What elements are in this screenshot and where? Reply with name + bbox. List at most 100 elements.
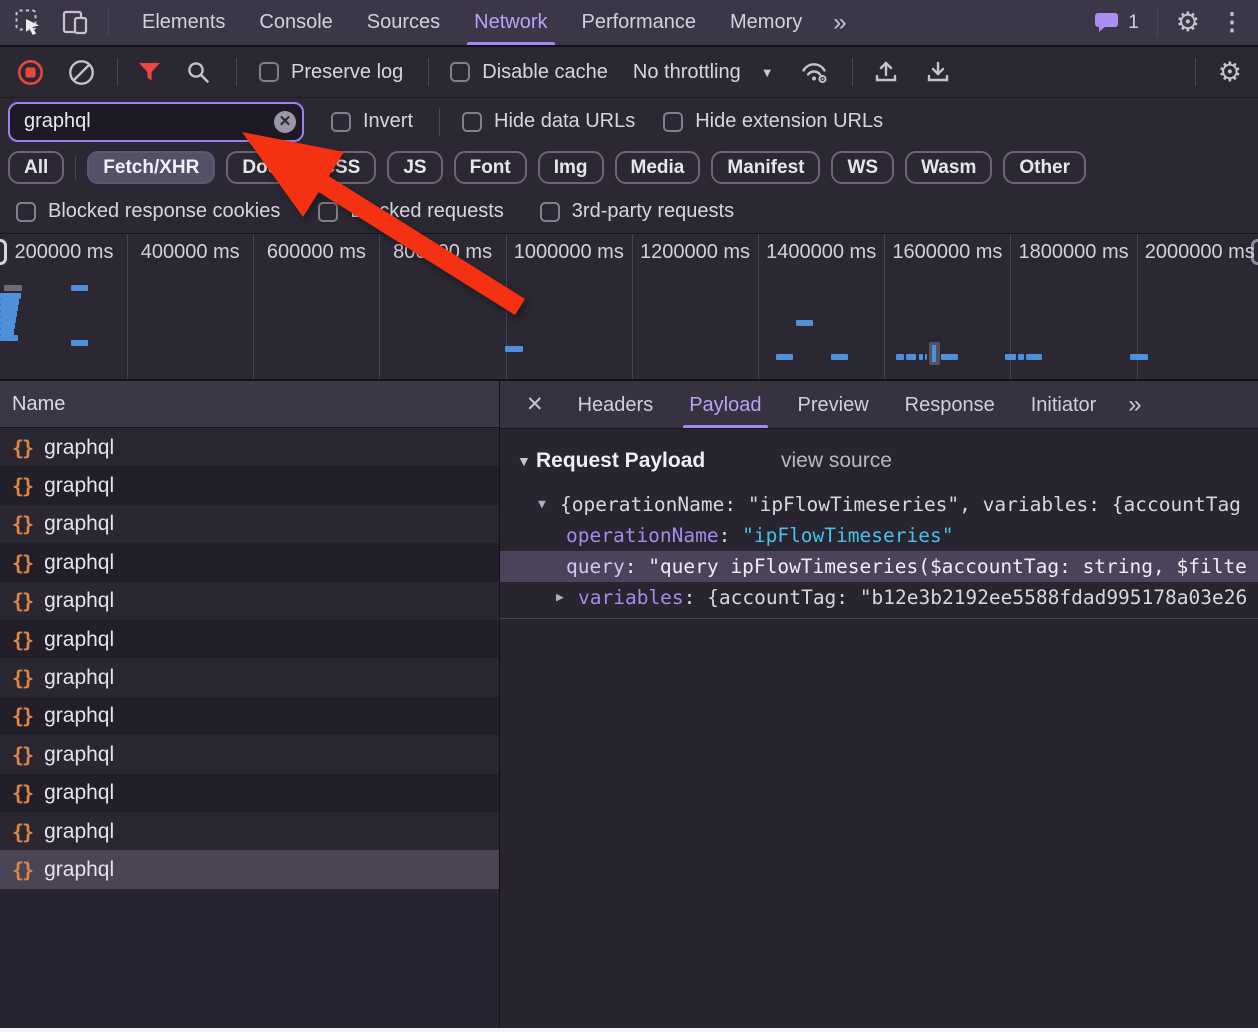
- details-tab-response[interactable]: Response: [887, 382, 1013, 428]
- checkbox[interactable]: [663, 112, 683, 132]
- record-network-log-icon[interactable]: [17, 59, 44, 86]
- invert-checkbox[interactable]: Invert: [331, 110, 413, 133]
- filter-chip-wasm[interactable]: Wasm: [905, 151, 992, 184]
- request-row[interactable]: {}graphql: [0, 428, 499, 467]
- divider: [852, 58, 853, 86]
- waterfall-request-bar[interactable]: [1005, 354, 1016, 360]
- filter-input[interactable]: [8, 102, 304, 142]
- filter-chip-doc[interactable]: Doc: [226, 151, 294, 184]
- throttling-dropdown[interactable]: No throttling ▼: [633, 61, 774, 84]
- filter-chip-all[interactable]: All: [8, 151, 64, 184]
- waterfall-request-bar[interactable]: [1018, 354, 1024, 360]
- details-tab-preview[interactable]: Preview: [780, 382, 887, 428]
- tab-console[interactable]: Console: [242, 0, 349, 45]
- filter-icon[interactable]: [138, 62, 161, 82]
- request-row[interactable]: {}graphql: [0, 850, 499, 889]
- network-settings-gear-icon[interactable]: ⚙: [1218, 57, 1242, 88]
- checkbox[interactable]: [16, 202, 36, 222]
- inspect-element-icon[interactable]: [15, 9, 42, 36]
- tab-sources[interactable]: Sources: [350, 0, 457, 45]
- waterfall-request-bar[interactable]: [896, 354, 904, 360]
- checkbox[interactable]: [450, 62, 470, 82]
- timeline-tick-label: 1400000 ms: [759, 241, 883, 264]
- waterfall-selected-marker[interactable]: [929, 342, 940, 365]
- filter-chip-ws[interactable]: WS: [831, 151, 894, 184]
- checkbox[interactable]: [462, 112, 482, 132]
- clear-filter-icon[interactable]: ✕: [274, 111, 296, 133]
- blocked-response-cookies-checkbox[interactable]: Blocked response cookies: [16, 200, 280, 223]
- request-row[interactable]: {}graphql: [0, 658, 499, 697]
- waterfall-request-bar[interactable]: [925, 354, 927, 360]
- details-more-tabs-icon[interactable]: »: [1114, 391, 1155, 419]
- disable-cache-checkbox[interactable]: Disable cache: [450, 61, 608, 84]
- waterfall-request-bar[interactable]: [505, 346, 523, 352]
- waterfall-request-bar[interactable]: [71, 340, 88, 346]
- more-tabs-icon[interactable]: »: [819, 9, 860, 37]
- tab-memory[interactable]: Memory: [713, 0, 819, 45]
- waterfall-request-bar[interactable]: [776, 354, 793, 360]
- waterfall-request-bar[interactable]: [919, 354, 923, 360]
- request-row[interactable]: {}graphql: [0, 466, 499, 505]
- network-conditions-icon[interactable]: [800, 60, 830, 85]
- request-row[interactable]: {}graphql: [0, 812, 499, 851]
- checkbox[interactable]: [259, 62, 279, 82]
- payload-tree-row[interactable]: query: "query ipFlowTimeseries($accountT…: [500, 551, 1258, 582]
- payload-tree-row[interactable]: operationName: "ipFlowTimeseries": [500, 520, 1258, 551]
- export-har-icon[interactable]: [925, 59, 951, 85]
- clear-network-log-icon[interactable]: [68, 59, 95, 86]
- waterfall-request-bar[interactable]: [71, 285, 88, 291]
- import-har-icon[interactable]: [873, 59, 899, 85]
- request-row[interactable]: {}graphql: [0, 735, 499, 774]
- view-source-link[interactable]: view source: [781, 445, 892, 477]
- waterfall-request-bar[interactable]: [831, 354, 848, 360]
- request-row[interactable]: {}graphql: [0, 620, 499, 659]
- fetch-xhr-icon: {}: [12, 820, 32, 844]
- checkbox[interactable]: [318, 202, 338, 222]
- collapsed-caret-icon[interactable]: ▶: [556, 582, 564, 613]
- payload-tree-row[interactable]: ▼{operationName: "ipFlowTimeseries", var…: [500, 489, 1258, 520]
- filter-chip-css[interactable]: CSS: [305, 151, 376, 184]
- request-row[interactable]: {}graphql: [0, 774, 499, 813]
- details-tab-headers[interactable]: Headers: [560, 382, 672, 428]
- filter-chip-other[interactable]: Other: [1003, 151, 1086, 184]
- search-icon[interactable]: [186, 60, 211, 85]
- filter-chip-js[interactable]: JS: [387, 151, 442, 184]
- waterfall-request-bar[interactable]: [906, 354, 916, 360]
- tab-network[interactable]: Network: [457, 0, 564, 45]
- waterfall-request-bar[interactable]: [0, 335, 18, 341]
- waterfall-request-bar[interactable]: [1130, 354, 1148, 360]
- filter-chip-fetch-xhr[interactable]: Fetch/XHR: [87, 151, 215, 184]
- waterfall-request-bar[interactable]: [1026, 354, 1042, 360]
- more-options-icon[interactable]: ⋮: [1220, 8, 1244, 37]
- checkbox[interactable]: [331, 112, 351, 132]
- filter-chip-img[interactable]: Img: [538, 151, 604, 184]
- tab-performance[interactable]: Performance: [565, 0, 714, 45]
- third-party-requests-checkbox[interactable]: 3rd-party requests: [540, 200, 734, 223]
- device-toolbar-icon[interactable]: [62, 10, 90, 36]
- close-details-icon[interactable]: ✕: [522, 392, 548, 417]
- settings-gear-icon[interactable]: ⚙: [1176, 7, 1200, 38]
- details-tab-initiator[interactable]: Initiator: [1013, 382, 1115, 428]
- filter-chip-media[interactable]: Media: [615, 151, 701, 184]
- details-tab-payload[interactable]: Payload: [671, 382, 779, 428]
- waterfall-request-bar[interactable]: [796, 320, 813, 326]
- hide-data-urls-checkbox[interactable]: Hide data URLs: [462, 110, 635, 133]
- payload-tree-row[interactable]: ▶variables: {accountTag: "b12e3b2192ee55…: [500, 582, 1258, 613]
- network-overview-timeline[interactable]: 200000 ms400000 ms600000 ms800000 ms1000…: [0, 233, 1258, 381]
- blocked-requests-checkbox[interactable]: Blocked requests: [318, 200, 503, 223]
- issues-button[interactable]: 1: [1094, 12, 1139, 34]
- filter-chip-font[interactable]: Font: [454, 151, 527, 184]
- name-column-header[interactable]: Name: [0, 381, 499, 428]
- hide-extension-urls-checkbox[interactable]: Hide extension URLs: [663, 110, 883, 133]
- filter-chip-manifest[interactable]: Manifest: [711, 151, 820, 184]
- request-row[interactable]: {}graphql: [0, 697, 499, 736]
- waterfall-request-bar[interactable]: [941, 354, 958, 360]
- checkbox[interactable]: [540, 202, 560, 222]
- request-row[interactable]: {}graphql: [0, 543, 499, 582]
- request-row[interactable]: {}graphql: [0, 505, 499, 544]
- collapse-caret-icon[interactable]: ▼: [517, 453, 531, 469]
- preserve-log-checkbox[interactable]: Preserve log: [259, 61, 403, 84]
- expanded-caret-icon[interactable]: ▼: [538, 489, 546, 520]
- tab-elements[interactable]: Elements: [125, 0, 242, 45]
- request-row[interactable]: {}graphql: [0, 582, 499, 621]
